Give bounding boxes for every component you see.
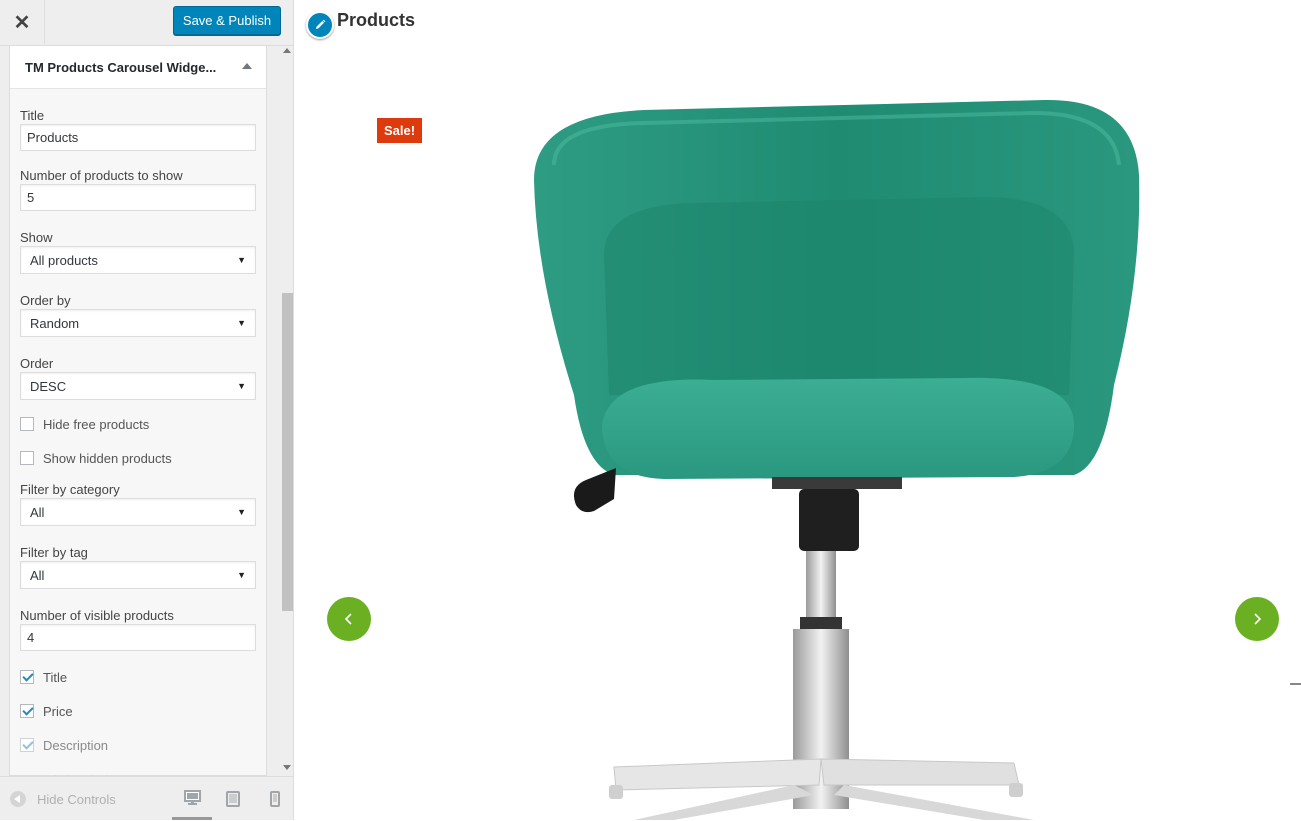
next-slide-edge	[1290, 683, 1301, 685]
hide-controls-button[interactable]: Hide Controls	[10, 777, 116, 821]
close-icon: ✕	[13, 11, 31, 34]
tag-filter-select[interactable]: All ▼	[20, 561, 256, 589]
carousel-prev-button[interactable]	[327, 597, 371, 641]
carousel-widget-title: Products	[337, 10, 416, 30]
scroll-up-arrow-icon[interactable]	[283, 48, 291, 53]
show-select-value: All products	[30, 252, 98, 268]
close-button[interactable]: ✕	[0, 0, 45, 44]
preview-desktop-button[interactable]	[172, 777, 212, 820]
carousel-next-button[interactable]	[1235, 597, 1279, 641]
show-select[interactable]: All products ▼	[20, 246, 256, 274]
show-title-option[interactable]: Title	[20, 668, 256, 686]
dropdown-arrow-icon: ▼	[237, 255, 246, 265]
product-image-chair[interactable]	[514, 95, 1154, 820]
show-description-option[interactable]: Description	[20, 736, 256, 754]
show-title-label: Title	[43, 669, 68, 685]
widget-form: Title Products Number of products to sho…	[10, 89, 266, 775]
widget-header[interactable]: TM Products Carousel Widge...	[10, 45, 266, 89]
visible-products-label: Number of visible products	[20, 608, 174, 623]
tablet-icon	[226, 790, 240, 807]
show-hidden-label: Show hidden products	[43, 450, 172, 466]
products-count-label: Number of products to show	[20, 168, 183, 183]
show-price-option[interactable]: Price	[20, 702, 256, 720]
dropdown-arrow-icon: ▼	[237, 318, 246, 328]
hide-controls-label: Hide Controls	[37, 791, 116, 807]
widget-title: TM Products Carousel Widge...	[25, 59, 217, 75]
chevron-right-icon	[1254, 613, 1262, 625]
visible-products-input[interactable]: 4	[20, 624, 256, 651]
desktop-icon	[183, 789, 201, 805]
category-filter-value: All	[30, 504, 45, 520]
order-by-select[interactable]: Random ▼	[20, 309, 256, 337]
show-hidden-option[interactable]: Show hidden products	[20, 449, 256, 467]
chevron-left-icon	[344, 613, 352, 625]
widget-panel: TM Products Carousel Widge... Title Prod…	[9, 45, 267, 776]
edit-widget-shortcut[interactable]	[306, 11, 334, 39]
show-hidden-checkbox[interactable]	[20, 451, 34, 465]
order-by-label: Order by	[20, 293, 71, 308]
site-preview: Products Sale!	[294, 0, 1301, 820]
order-select[interactable]: DESC ▼	[20, 372, 256, 400]
mobile-icon	[270, 790, 280, 807]
tag-filter-value: All	[30, 567, 45, 583]
preview-mobile-button[interactable]	[255, 777, 295, 820]
hide-free-checkbox[interactable]	[20, 417, 34, 431]
category-filter-select[interactable]: All ▼	[20, 498, 256, 526]
preview-tablet-button[interactable]	[213, 777, 253, 820]
sidebar-scrollbar[interactable]	[282, 45, 293, 776]
order-by-value: Random	[30, 315, 80, 331]
products-count-input[interactable]: 5	[20, 184, 256, 211]
sale-badge: Sale!	[377, 118, 422, 143]
tag-filter-label: Filter by tag	[20, 545, 88, 560]
save-publish-button[interactable]: Save & Publish	[173, 6, 281, 35]
collapse-arrow-icon[interactable]	[242, 63, 252, 69]
customizer-header: ✕ Save & Publish	[0, 0, 293, 46]
customizer-footer: Hide Controls	[0, 776, 293, 820]
show-price-label: Price	[43, 703, 73, 719]
show-description-label: Description	[43, 737, 109, 753]
order-value: DESC	[30, 378, 67, 394]
dropdown-arrow-icon: ▼	[237, 381, 246, 391]
show-title-checkbox[interactable]	[20, 670, 34, 684]
category-filter-label: Filter by category	[20, 482, 120, 497]
show-price-checkbox[interactable]	[20, 704, 34, 718]
customizer-sidebar: ✕ Save & Publish TM Products Carousel Wi…	[0, 0, 294, 820]
collapse-sidebar-icon	[10, 791, 26, 807]
title-label: Title	[20, 108, 45, 123]
scroll-down-arrow-icon[interactable]	[283, 765, 291, 770]
pencil-icon	[316, 19, 326, 29]
show-label: Show	[20, 230, 53, 245]
order-label: Order	[20, 356, 54, 371]
dropdown-arrow-icon: ▼	[237, 507, 246, 517]
hide-free-option[interactable]: Hide free products	[20, 415, 256, 433]
dropdown-arrow-icon: ▼	[237, 570, 246, 580]
title-input[interactable]: Products	[20, 124, 256, 151]
show-description-checkbox[interactable]	[20, 738, 34, 752]
scrollbar-thumb[interactable]	[282, 293, 293, 611]
hide-free-label: Hide free products	[43, 416, 150, 432]
